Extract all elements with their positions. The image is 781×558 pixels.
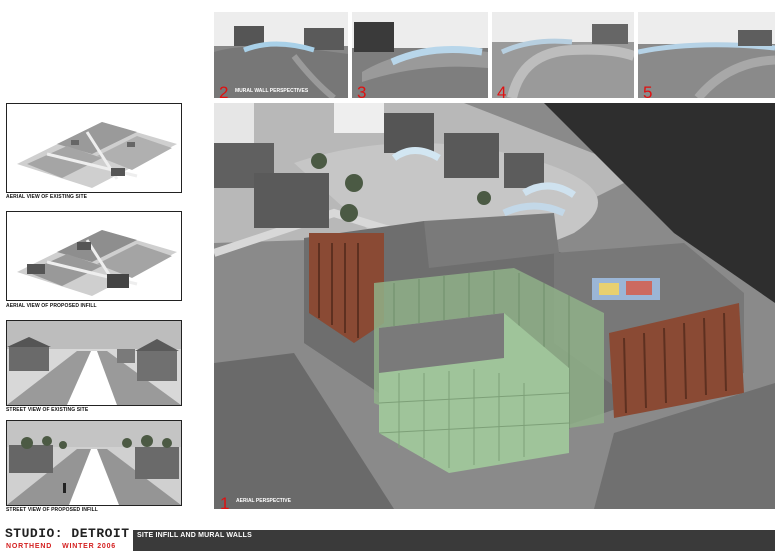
aerial-perspective-image [214, 103, 775, 509]
banner-title: SITE INFILL AND MURAL WALLS [137, 532, 252, 539]
aerial-proposed-image [6, 211, 182, 301]
caption-street-proposed: STREET VIEW OF PROPOSED INFILL [6, 507, 98, 513]
caption-street-existing: STREET VIEW OF EXISTING SITE [6, 407, 89, 413]
caption-aerial-proposed: AERIAL VIEW OF PROPOSED INFILL [6, 303, 97, 309]
mural-perspective-3-image [352, 12, 488, 98]
view-number-5: 5 [643, 83, 653, 102]
location-label: NORTHEND [6, 543, 53, 550]
view-number-3: 3 [357, 83, 367, 102]
studio-title: STUDIO: DETROIT [5, 526, 130, 541]
aerial-existing-image [6, 103, 182, 193]
caption-mural-wall-perspectives: MURAL WALL PERSPECTIVES [235, 88, 309, 94]
view-number-4: 4 [497, 83, 507, 102]
view-number-2: 2 [219, 83, 229, 102]
term-label: WINTER 2006 [62, 543, 117, 550]
view-number-1: 1 [220, 494, 230, 513]
street-proposed-image [6, 420, 182, 506]
mural-perspective-5-image [638, 12, 775, 98]
caption-aerial-perspective: AERIAL PERSPECTIVE [236, 498, 291, 504]
studio-subtitle: NORTHEND WINTER 2006 [6, 543, 126, 550]
mural-perspective-2-image [214, 12, 348, 98]
street-existing-image [6, 320, 182, 406]
caption-aerial-existing: AERIAL VIEW OF EXISTING SITE [6, 194, 88, 200]
mural-perspective-4-image [492, 12, 634, 98]
